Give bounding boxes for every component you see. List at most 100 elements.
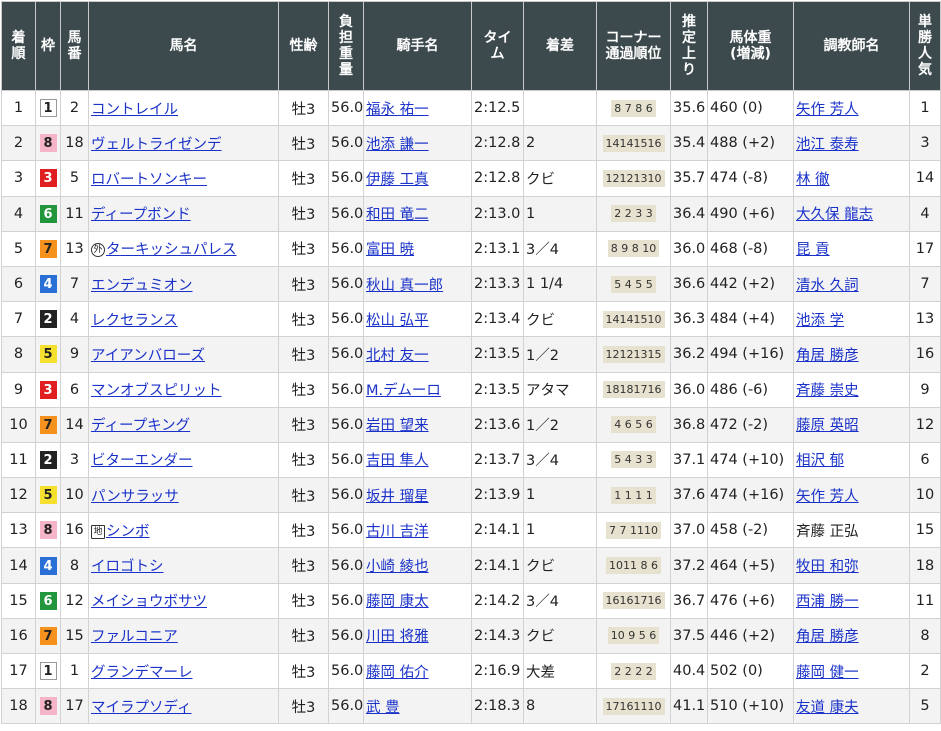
horse-cell[interactable]: パンサラッサ	[88, 477, 279, 514]
trainer-name-link[interactable]: 西浦 勝一	[796, 594, 859, 610]
trainer-cell[interactable]: 相沢 郁	[793, 441, 910, 479]
horse-name-link[interactable]: グランデマーレ	[91, 665, 193, 681]
horse-name-link[interactable]: ヴェルトライゼンデ	[91, 137, 222, 153]
jockey-name-link[interactable]: 小崎 綾也	[366, 559, 429, 575]
jockey-name-link[interactable]: 藤岡 康太	[366, 594, 429, 610]
trainer-name-link[interactable]: 清水 久詞	[796, 278, 859, 294]
trainer-cell[interactable]: 昆 貢	[793, 230, 910, 267]
horse-name-link[interactable]: メイショウボサツ	[91, 594, 207, 610]
jockey-cell[interactable]: 伊藤 工真	[363, 160, 472, 197]
trainer-cell[interactable]: 角居 勝彦	[793, 617, 910, 655]
jockey-name-link[interactable]: 武 豊	[366, 700, 400, 716]
horse-cell[interactable]: メイショウボサツ	[88, 582, 279, 619]
horse-cell[interactable]: ヴェルトライゼンデ	[88, 125, 279, 162]
trainer-cell[interactable]: 友道 康夫	[793, 688, 910, 725]
trainer-name-link[interactable]: 林 徹	[796, 172, 830, 188]
jockey-cell[interactable]: 富田 暁	[363, 230, 472, 267]
jockey-cell[interactable]: 吉田 隼人	[363, 441, 472, 479]
horse-cell[interactable]: エンデュミオン	[88, 265, 279, 303]
horse-name-link[interactable]: レクセランス	[91, 313, 178, 329]
horse-cell[interactable]: ロバートソンキー	[88, 160, 279, 197]
horse-cell[interactable]: マイラプソディ	[88, 688, 279, 725]
horse-cell[interactable]: コントレイル	[88, 89, 279, 127]
horse-cell[interactable]: ファルコニア	[88, 617, 279, 655]
jockey-cell[interactable]: 藤岡 康太	[363, 582, 472, 619]
jockey-name-link[interactable]: 福永 祐一	[366, 102, 429, 118]
trainer-name-link[interactable]: 昆 貢	[796, 242, 830, 258]
trainer-cell[interactable]: 大久保 龍志	[793, 195, 910, 232]
trainer-name-link[interactable]: 斉藤 崇史	[796, 383, 859, 399]
jockey-name-link[interactable]: 川田 将雅	[366, 629, 429, 645]
trainer-cell[interactable]: 矢作 芳人	[793, 477, 910, 514]
horse-cell[interactable]: ディープキング	[88, 406, 279, 443]
trainer-name-link[interactable]: 矢作 芳人	[796, 489, 859, 505]
horse-cell[interactable]: イロゴトシ	[88, 547, 279, 584]
trainer-cell[interactable]: 藤岡 健一	[793, 652, 910, 690]
jockey-name-link[interactable]: 吉田 隼人	[366, 453, 429, 469]
trainer-name-link[interactable]: 藤岡 健一	[796, 665, 859, 681]
jockey-cell[interactable]: 古川 吉洋	[363, 512, 472, 549]
trainer-cell[interactable]: 矢作 芳人	[793, 89, 910, 127]
jockey-cell[interactable]: 福永 祐一	[363, 89, 472, 127]
horse-cell[interactable]: 外ターキッシュパレス	[88, 230, 279, 267]
horse-name-link[interactable]: イロゴトシ	[91, 559, 164, 575]
trainer-cell[interactable]: 角居 勝彦	[793, 336, 910, 373]
trainer-name-link[interactable]: 大久保 龍志	[796, 207, 873, 223]
jockey-cell[interactable]: M.デムーロ	[363, 371, 472, 408]
trainer-cell[interactable]: 清水 久詞	[793, 265, 910, 303]
horse-name-link[interactable]: アイアンバローズ	[91, 348, 205, 364]
jockey-name-link[interactable]: 秋山 真一郎	[366, 278, 443, 294]
jockey-name-link[interactable]: 和田 竜二	[366, 207, 429, 223]
trainer-cell[interactable]: 藤原 英昭	[793, 406, 910, 443]
jockey-cell[interactable]: 坂井 瑠星	[363, 477, 472, 514]
trainer-cell[interactable]: 斉藤 崇史	[793, 371, 910, 408]
jockey-name-link[interactable]: 松山 弘平	[366, 313, 429, 329]
trainer-cell[interactable]: 林 徹	[793, 160, 910, 197]
horse-cell[interactable]: ディープボンド	[88, 195, 279, 232]
trainer-cell[interactable]: 池添 学	[793, 301, 910, 338]
horse-name-link[interactable]: シンボ	[106, 524, 150, 540]
horse-name-link[interactable]: パンサラッサ	[91, 489, 179, 505]
horse-cell[interactable]: 地シンボ	[88, 512, 279, 549]
horse-cell[interactable]: グランデマーレ	[88, 652, 279, 690]
jockey-name-link[interactable]: 富田 暁	[366, 242, 414, 258]
trainer-name-link[interactable]: 角居 勝彦	[796, 348, 859, 364]
horse-name-link[interactable]: ビターエンダー	[91, 453, 193, 469]
horse-cell[interactable]: アイアンバローズ	[88, 336, 279, 373]
trainer-name-link[interactable]: 友道 康夫	[796, 700, 859, 716]
trainer-cell[interactable]: 池江 泰寿	[793, 125, 910, 162]
horse-cell[interactable]: マンオブスピリット	[88, 371, 279, 408]
jockey-name-link[interactable]: 藤岡 佑介	[366, 665, 429, 681]
jockey-name-link[interactable]: 岩田 望来	[366, 418, 429, 434]
jockey-name-link[interactable]: 坂井 瑠星	[366, 489, 429, 505]
horse-name-link[interactable]: ファルコニア	[91, 629, 178, 645]
jockey-name-link[interactable]: 伊藤 工真	[366, 172, 429, 188]
horse-cell[interactable]: ビターエンダー	[88, 441, 279, 479]
trainer-name-link[interactable]: 藤原 英昭	[796, 418, 859, 434]
jockey-cell[interactable]: 武 豊	[363, 688, 472, 725]
trainer-cell[interactable]: 牧田 和弥	[793, 547, 910, 584]
jockey-cell[interactable]: 藤岡 佑介	[363, 652, 472, 690]
trainer-name-link[interactable]: 池江 泰寿	[796, 137, 859, 153]
horse-name-link[interactable]: ディープボンド	[91, 207, 191, 223]
jockey-name-link[interactable]: 北村 友一	[366, 348, 429, 364]
jockey-name-link[interactable]: M.デムーロ	[366, 383, 441, 399]
jockey-cell[interactable]: 秋山 真一郎	[363, 265, 472, 303]
horse-cell[interactable]: レクセランス	[88, 301, 279, 338]
jockey-name-link[interactable]: 古川 吉洋	[366, 524, 429, 540]
jockey-cell[interactable]: 北村 友一	[363, 336, 472, 373]
jockey-cell[interactable]: 松山 弘平	[363, 301, 472, 338]
horse-name-link[interactable]: エンデュミオン	[91, 278, 193, 294]
jockey-cell[interactable]: 川田 将雅	[363, 617, 472, 655]
horse-name-link[interactable]: マンオブスピリット	[91, 383, 222, 399]
horse-name-link[interactable]: マイラプソディ	[91, 700, 191, 716]
trainer-name-link[interactable]: 相沢 郁	[796, 453, 844, 469]
trainer-name-link[interactable]: 池添 学	[796, 313, 844, 329]
horse-name-link[interactable]: ロバートソンキー	[91, 172, 207, 188]
horse-name-link[interactable]: ディープキング	[91, 418, 190, 434]
jockey-name-link[interactable]: 池添 謙一	[366, 137, 429, 153]
jockey-cell[interactable]: 小崎 綾也	[363, 547, 472, 584]
trainer-name-link[interactable]: 牧田 和弥	[796, 559, 859, 575]
jockey-cell[interactable]: 池添 謙一	[363, 125, 472, 162]
horse-name-link[interactable]: ターキッシュパレス	[106, 242, 237, 258]
